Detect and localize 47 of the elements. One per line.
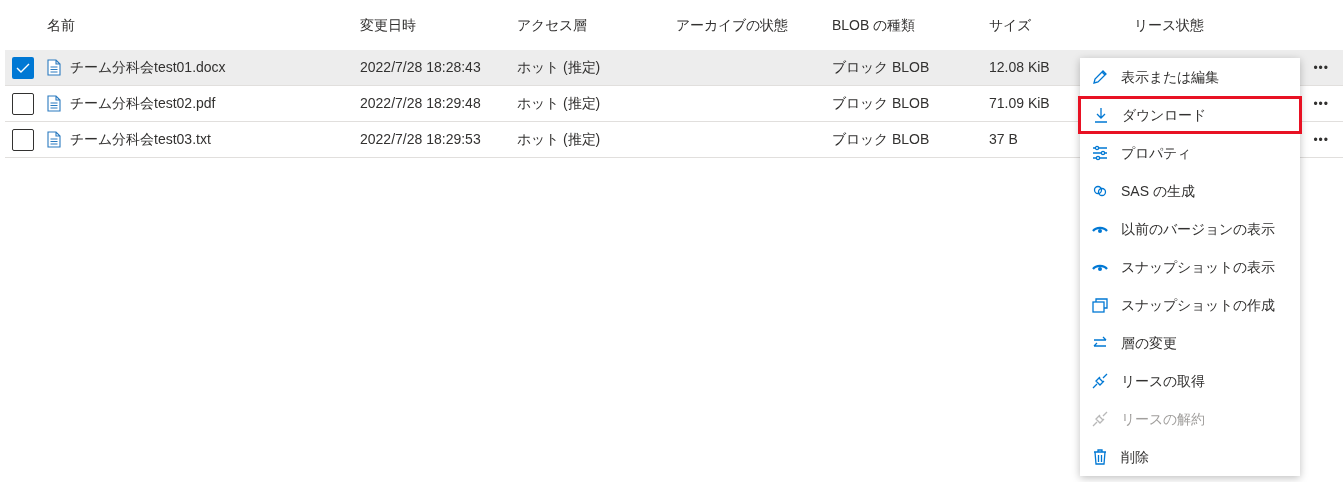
document-icon [47, 59, 61, 76]
modified-date: 2022/7/28 18:28:43 [360, 59, 481, 75]
plug-icon [1091, 372, 1109, 390]
blob-type: ブロック BLOB [832, 95, 930, 111]
plug-icon [1091, 410, 1109, 428]
access-tier-label: ホット (推定) [517, 131, 601, 147]
access-tier-label: ホット (推定) [517, 95, 601, 111]
column-header[interactable]: BLOB の種類 [832, 16, 916, 33]
menu-item[interactable]: ダウンロード [1078, 96, 1302, 134]
checkmark-icon [16, 62, 30, 73]
checkbox[interactable] [12, 92, 34, 115]
more-button[interactable]: ••• [1313, 133, 1329, 146]
menu-item[interactable]: スナップショットの表示 [1080, 248, 1300, 286]
menu-item[interactable]: リースの取得 [1080, 362, 1300, 400]
sliders-icon [1091, 144, 1109, 162]
trash-icon [1091, 448, 1109, 466]
menu-item[interactable]: スナップショットの作成 [1080, 286, 1300, 324]
column-header[interactable]: サイズ [989, 16, 1031, 33]
column-header[interactable]: 変更日時 [360, 16, 416, 33]
file-name[interactable]: チーム分科会test01.docx [70, 57, 226, 78]
menu-item[interactable]: 削除 [1080, 438, 1300, 476]
file-size: 71.09 KiB [989, 95, 1050, 111]
modified-date: 2022/7/28 18:29:48 [360, 95, 481, 111]
column-header[interactable]: 名前 [47, 16, 75, 33]
checkbox[interactable] [12, 128, 34, 151]
blob-type: ブロック BLOB [832, 59, 930, 75]
file-name[interactable]: チーム分科会test02.pdf [70, 93, 216, 114]
column-header[interactable]: アクセス層 [517, 16, 587, 33]
windows-icon [1091, 296, 1109, 314]
file-name[interactable]: チーム分科会test03.txt [70, 129, 211, 150]
pencil-icon [1091, 68, 1109, 86]
blob-type: ブロック BLOB [832, 131, 930, 147]
more-button[interactable]: ••• [1313, 61, 1329, 74]
menu-item[interactable]: 層の変更 [1080, 324, 1300, 362]
more-button[interactable]: ••• [1313, 97, 1329, 110]
menu-item[interactable]: 以前のバージョンの表示 [1080, 210, 1300, 248]
download-icon [1092, 106, 1110, 124]
file-size: 37 B [989, 131, 1018, 147]
access-tier-label: ホット (推定) [517, 59, 601, 75]
menu-item[interactable]: SAS の生成 [1080, 172, 1300, 210]
file-size: 12.08 KiB [989, 59, 1050, 75]
modified-date: 2022/7/28 18:29:53 [360, 131, 481, 147]
document-icon [47, 95, 61, 112]
column-header[interactable]: アーカイブの状態 [676, 16, 788, 33]
checkbox[interactable] [12, 56, 34, 79]
document-icon [47, 131, 61, 148]
column-header[interactable]: リース状態 [1134, 16, 1204, 33]
